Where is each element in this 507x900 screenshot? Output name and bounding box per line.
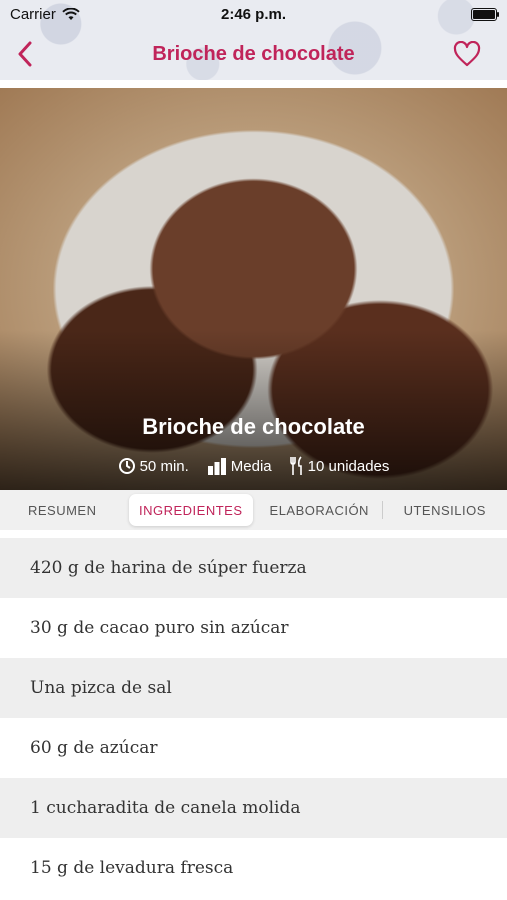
status-time: 2:46 p.m. xyxy=(220,5,287,23)
ingredient-row: 60 g de azúcar xyxy=(0,718,507,778)
fork-knife-icon xyxy=(289,456,302,475)
page-title: Brioche de chocolate xyxy=(152,42,355,65)
recipe-meta: 50 min. Media 10 unidades xyxy=(0,456,507,476)
meta-difficulty-label: Media xyxy=(230,457,272,475)
back-button[interactable] xyxy=(10,36,40,72)
chevron-left-icon xyxy=(18,41,32,67)
tab-utensilios[interactable]: UTENSILIOS xyxy=(383,494,507,526)
favorite-button[interactable] xyxy=(449,36,485,72)
ingredient-row: 420 g de harina de súper fuerza xyxy=(0,538,507,598)
meta-difficulty: Media xyxy=(207,457,272,475)
meta-servings-label: 10 unidades xyxy=(307,457,390,475)
section-tabs: RESUMEN INGREDIENTES ELABORACIÓN UTENSIL… xyxy=(0,490,507,530)
meta-time-label: 50 min. xyxy=(139,457,189,475)
status-bar: Carrier 2:46 p.m. xyxy=(0,0,507,28)
difficulty-bars-icon xyxy=(207,458,226,475)
meta-servings: 10 unidades xyxy=(289,456,390,476)
navigation-bar: Carrier 2:46 p.m. Brioche de chocolate xyxy=(0,0,507,80)
ingredient-row: 1 cucharadita de canela molida xyxy=(0,778,507,838)
battery-icon xyxy=(471,7,499,21)
tab-ingredientes[interactable]: INGREDIENTES xyxy=(128,494,253,526)
ingredient-row: Una pizca de sal xyxy=(0,658,507,718)
recipe-hero-image: Brioche de chocolate 50 min. Media 10 un… xyxy=(0,88,507,490)
ingredient-row: 15 g de levadura fresca xyxy=(0,838,507,898)
ingredients-list: 420 g de harina de súper fuerza 30 g de … xyxy=(0,538,507,898)
ingredient-row: 30 g de cacao puro sin azúcar xyxy=(0,598,507,658)
heart-icon xyxy=(453,41,481,67)
meta-time: 50 min. xyxy=(118,457,189,475)
timer-icon xyxy=(118,458,135,474)
tab-resumen[interactable]: RESUMEN xyxy=(0,494,125,526)
tab-elaboracion[interactable]: ELABORACIÓN xyxy=(257,494,382,526)
recipe-title: Brioche de chocolate xyxy=(142,414,365,439)
